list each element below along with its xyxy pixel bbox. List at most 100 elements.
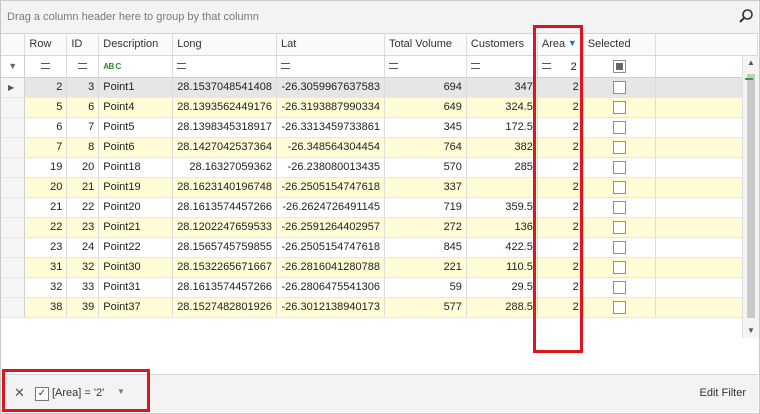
cell-long[interactable]: 28.16327059362 bbox=[172, 157, 278, 178]
scroll-down-arrow-icon[interactable]: ▼ bbox=[743, 324, 759, 338]
cell-vol[interactable]: 345 bbox=[384, 117, 467, 138]
cell-row[interactable]: 22 bbox=[24, 217, 68, 238]
filter-cell-selected[interactable] bbox=[583, 55, 656, 78]
table-row[interactable]: 20 21 Point19 28.1623140196748 -26.250515474… bbox=[1, 177, 758, 198]
cell-cust[interactable]: 324.5 bbox=[466, 97, 538, 118]
selected-checkbox[interactable] bbox=[612, 240, 626, 254]
cell-row[interactable]: 7 bbox=[24, 137, 68, 158]
cell-cust[interactable]: 422.5 bbox=[466, 237, 538, 258]
selected-checkbox[interactable] bbox=[612, 160, 626, 174]
cell-lat[interactable]: -26.2505154747618 bbox=[276, 237, 385, 258]
cell-vol[interactable]: 764 bbox=[384, 137, 467, 158]
cell-row[interactable]: 20 bbox=[24, 177, 68, 198]
cell-row[interactable]: 5 bbox=[24, 97, 68, 118]
row-indicator[interactable] bbox=[1, 97, 26, 118]
row-indicator[interactable] bbox=[1, 197, 26, 218]
selected-checkbox[interactable] bbox=[612, 220, 626, 234]
cell-selected[interactable] bbox=[583, 117, 656, 138]
cell-row[interactable]: 38 bbox=[24, 297, 68, 318]
filter-cell-total-volume[interactable] bbox=[384, 55, 467, 78]
equals-icon[interactable] bbox=[281, 63, 291, 70]
selected-checkbox[interactable] bbox=[612, 200, 626, 214]
cell-desc[interactable]: Point5 bbox=[98, 117, 174, 138]
selected-checkbox[interactable] bbox=[612, 260, 626, 274]
cell-lat[interactable]: -26.238080013435 bbox=[276, 157, 385, 178]
header-area[interactable]: Area ▼ bbox=[537, 34, 584, 56]
row-indicator[interactable] bbox=[1, 217, 26, 238]
cell-selected[interactable] bbox=[583, 197, 656, 218]
vertical-scrollbar[interactable]: ▲ ▼ bbox=[742, 56, 759, 338]
equals-icon[interactable] bbox=[470, 63, 480, 70]
mru-dropdown-icon[interactable]: ▼ bbox=[117, 387, 125, 396]
filter-cell-description[interactable]: AB C bbox=[98, 55, 174, 78]
cell-selected[interactable] bbox=[583, 157, 656, 178]
cell-area[interactable]: 2 bbox=[537, 297, 584, 318]
header-total-volume[interactable]: Total Volume bbox=[384, 34, 467, 56]
cell-desc[interactable]: Point18 bbox=[98, 157, 174, 178]
cell-row[interactable]: 21 bbox=[24, 197, 68, 218]
cell-id[interactable]: 8 bbox=[66, 137, 100, 158]
equals-icon[interactable] bbox=[78, 63, 88, 70]
cell-long[interactable]: 28.1532265671667 bbox=[172, 257, 278, 278]
header-row-number[interactable]: Row bbox=[24, 34, 68, 56]
cell-lat[interactable]: -26.3193887990334 bbox=[276, 97, 385, 118]
selected-checkbox[interactable] bbox=[612, 180, 626, 194]
cell-desc[interactable]: Point31 bbox=[98, 277, 174, 298]
cell-desc[interactable]: Point4 bbox=[98, 97, 174, 118]
row-indicator[interactable] bbox=[1, 177, 26, 198]
cell-desc[interactable]: Point6 bbox=[98, 137, 174, 158]
cell-row[interactable]: 6 bbox=[24, 117, 68, 138]
cell-desc[interactable]: Point21 bbox=[98, 217, 174, 238]
cell-vol[interactable]: 845 bbox=[384, 237, 467, 258]
row-indicator[interactable] bbox=[1, 257, 26, 278]
cell-area[interactable]: 2 bbox=[537, 217, 584, 238]
cell-long[interactable]: 28.1398345318917 bbox=[172, 117, 278, 138]
cell-cust[interactable]: 285 bbox=[466, 157, 538, 178]
cell-id[interactable]: 32 bbox=[66, 257, 100, 278]
equals-icon[interactable] bbox=[389, 63, 398, 70]
cell-selected[interactable] bbox=[583, 217, 656, 238]
cell-long[interactable]: 28.1393562449176 bbox=[172, 97, 278, 118]
cell-area[interactable]: 2 bbox=[537, 197, 584, 218]
cell-long[interactable]: 28.1565745759855 bbox=[172, 237, 278, 258]
cell-row[interactable]: 19 bbox=[24, 157, 68, 178]
cell-id[interactable]: 24 bbox=[66, 237, 100, 258]
cell-cust[interactable]: 172.5 bbox=[466, 117, 538, 138]
cell-id[interactable]: 7 bbox=[66, 117, 100, 138]
cell-selected[interactable] bbox=[583, 137, 656, 158]
cell-cust[interactable]: 29.5 bbox=[466, 277, 538, 298]
row-indicator[interactable] bbox=[1, 277, 26, 298]
table-row[interactable]: 22 23 Point21 28.1202247659533 -26.259126440… bbox=[1, 217, 758, 238]
row-indicator[interactable] bbox=[1, 157, 26, 178]
cell-vol[interactable]: 719 bbox=[384, 197, 467, 218]
row-indicator[interactable]: ▶ bbox=[1, 77, 26, 98]
cell-vol[interactable]: 221 bbox=[384, 257, 467, 278]
equals-icon[interactable] bbox=[41, 63, 51, 70]
cell-lat[interactable]: -26.3012138940173 bbox=[276, 297, 385, 318]
filter-area-value[interactable]: 2 bbox=[571, 61, 577, 73]
filter-cell-area[interactable]: 2 bbox=[537, 55, 584, 78]
cell-selected[interactable] bbox=[583, 257, 656, 278]
scroll-up-arrow-icon[interactable]: ▲ bbox=[743, 56, 759, 70]
cell-vol[interactable]: 272 bbox=[384, 217, 467, 238]
cell-cust[interactable]: 347 bbox=[466, 77, 538, 98]
cell-vol[interactable]: 337 bbox=[384, 177, 467, 198]
table-row[interactable]: 31 32 Point30 28.1532265671667 -26.281604128… bbox=[1, 257, 758, 278]
cell-desc[interactable]: Point1 bbox=[98, 77, 174, 98]
cell-id[interactable]: 3 bbox=[66, 77, 100, 98]
cell-cust[interactable] bbox=[466, 177, 538, 198]
cell-cust[interactable]: 382 bbox=[466, 137, 538, 158]
cell-lat[interactable]: -26.348564304454 bbox=[276, 137, 385, 158]
cell-selected[interactable] bbox=[583, 77, 656, 98]
cell-area[interactable]: 2 bbox=[537, 117, 584, 138]
cell-long[interactable]: 28.1613574457266 bbox=[172, 277, 278, 298]
row-indicator[interactable] bbox=[1, 297, 26, 318]
row-indicator[interactable] bbox=[1, 137, 26, 158]
cell-long[interactable]: 28.1202247659533 bbox=[172, 217, 278, 238]
selected-checkbox[interactable] bbox=[612, 80, 626, 94]
cell-vol[interactable]: 649 bbox=[384, 97, 467, 118]
selected-checkbox[interactable] bbox=[612, 280, 626, 294]
cell-selected[interactable] bbox=[583, 177, 656, 198]
row-indicator[interactable] bbox=[1, 117, 26, 138]
cell-cust[interactable]: 359.5 bbox=[466, 197, 538, 218]
